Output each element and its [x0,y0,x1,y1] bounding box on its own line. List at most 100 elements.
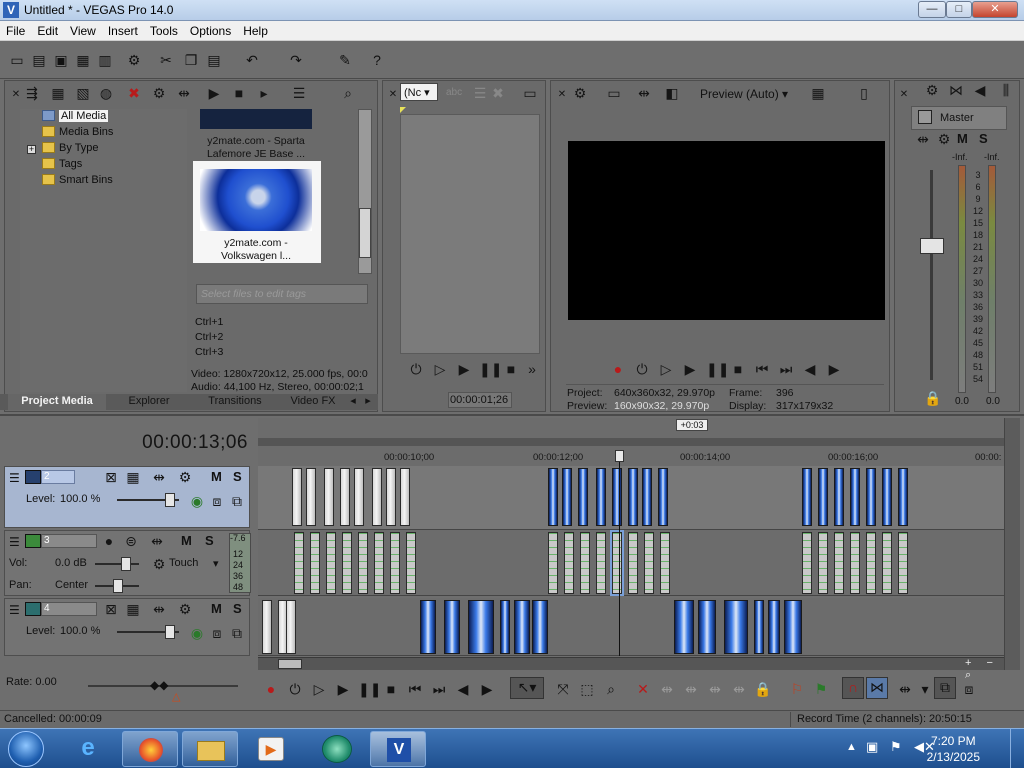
pause-icon[interactable]: ❚❚ [706,361,729,377]
network-icon[interactable]: ▣ [866,739,878,755]
video-clip[interactable] [784,600,802,654]
video-clip[interactable] [514,600,530,654]
zoom-controls[interactable]: + − ⌕ [965,657,1020,681]
video-clip[interactable] [802,468,812,526]
auto-preview-icon[interactable]: ▸ [256,85,272,101]
app-green-icon[interactable] [322,735,352,763]
timeline-ruler[interactable] [258,418,1004,466]
play-from-start-icon[interactable]: ▷ [658,361,674,377]
new-project-icon[interactable]: ▭ [8,51,26,69]
timeline-hscroll[interactable] [258,657,1004,670]
scrollbar-thumb[interactable] [278,659,302,669]
video-clip[interactable] [818,468,828,526]
playhead-handle[interactable] [615,450,624,462]
properties-gear-icon[interactable]: ⚙ [125,51,143,69]
master-fader-handle[interactable] [920,238,944,254]
pause-icon[interactable]: ❚❚ [358,680,381,698]
audio-clip[interactable] [374,532,384,594]
chevron-down-icon[interactable]: ▾ [916,680,934,698]
child-icon[interactable]: ⧉ [229,625,245,641]
cut-icon[interactable]: ✂ [157,51,175,69]
automation-gear-icon[interactable]: ⚙ [151,556,167,572]
compositing-icon[interactable]: ⊠ [103,469,119,485]
video-clip[interactable] [674,600,694,654]
loop-icon[interactable]: ⏻ [634,361,650,377]
trimmer-display[interactable] [400,114,540,354]
video-clip[interactable] [548,468,558,526]
get-media-icon[interactable]: ▧ [75,85,91,101]
tab-scroll-right-icon[interactable]: ▸ [361,394,375,410]
motion-icon[interactable]: ▦ [125,601,141,617]
audio-clip[interactable] [580,532,590,594]
level-fader-knob[interactable] [165,625,175,639]
video-clip[interactable] [306,468,316,526]
save-as-icon[interactable]: ▦ [74,51,92,69]
automation-mode[interactable]: Touch [169,557,198,569]
downmix-icon[interactable]: ⋈ [948,82,964,98]
explorer-task-icon[interactable] [182,731,238,767]
ignore-grouping-icon[interactable]: ⧈ [960,680,978,698]
audio-clip[interactable] [342,532,352,594]
selection-tool-icon[interactable]: ⬚ [578,680,596,698]
envelope-tool-icon[interactable]: ⤧ [554,680,572,698]
remove-media-icon[interactable]: ✖ [126,85,142,101]
next-icon[interactable]: » [524,361,540,377]
video-clip[interactable] [882,468,892,526]
tree-item-all-media[interactable]: All Media [42,110,109,126]
panel-close-icon[interactable]: ✕ [8,87,24,103]
menu-tools[interactable]: Tools [144,21,184,38]
track-lane-2[interactable] [258,466,1004,530]
track-4-mute-button[interactable]: M [211,601,222,616]
track-lane-3[interactable] [258,530,1004,596]
audio-clip[interactable] [850,532,860,594]
video-clip[interactable] [500,600,510,654]
timeline-vscroll[interactable] [1004,418,1020,670]
master-envelope-icon[interactable]: ⇹ [915,131,931,147]
parent-icon[interactable]: ⧈ [209,625,225,641]
play-from-start-icon[interactable]: ▷ [310,680,328,698]
tab-project-media[interactable]: Project Media [8,394,106,410]
audio-clip[interactable] [358,532,368,594]
previous-frame-icon[interactable]: ◀ [802,361,818,377]
go-to-start-icon[interactable]: ⏮ [406,680,424,698]
video-clip[interactable] [898,468,908,526]
go-to-start-icon[interactable]: ⏮ [754,361,770,377]
tree-item-smart-bins[interactable]: Smart Bins [42,174,113,190]
composite-mode-icon[interactable]: ◉ [189,625,205,641]
views-icon[interactable]: ☰ [291,85,307,101]
trim-end-icon[interactable]: ⇹ [682,680,700,698]
internet-explorer-icon[interactable]: e [68,734,108,764]
chevron-down-icon[interactable]: ▾ [213,557,219,570]
record-icon[interactable]: ● [610,361,626,377]
loop-icon[interactable]: ⏻ [408,361,424,377]
maximize-button[interactable]: □ [946,1,972,18]
tab-explorer[interactable]: Explorer [110,394,188,410]
next-frame-icon[interactable]: ▶ [826,361,842,377]
video-clip[interactable] [850,468,860,526]
video-clip[interactable] [400,468,410,526]
play-from-start-icon[interactable]: ▷ [432,361,448,377]
track-header-4[interactable]: ☰ 4 ⊠ ▦ ⇹ ⚙ M S Level: 100.0 % ◉ ⧈ ⧉ [4,598,250,656]
video-clip[interactable] [754,600,764,654]
help-whats-this-icon[interactable]: ? [368,51,386,69]
pause-icon[interactable]: ❚❚ [479,361,502,377]
audio-clip[interactable] [882,532,892,594]
normal-edit-tool-icon[interactable]: ↖▾ [510,677,544,699]
trim-start-icon[interactable]: ⇹ [658,680,676,698]
track-2-mute-button[interactable]: M [211,469,222,484]
arm-record-icon[interactable]: ● [101,533,117,549]
lock-envelopes-icon[interactable]: ⧉ [934,677,956,699]
video-clip[interactable] [444,600,460,654]
split-icon[interactable]: ⇹ [706,680,724,698]
close-button[interactable]: ✕ [972,1,1018,18]
show-desktop-button[interactable] [1010,729,1024,768]
web-icon[interactable]: ◍ [98,85,114,101]
redo-icon[interactable]: ↷ [287,51,305,69]
tree-item-by-type[interactable]: By Type [42,142,99,158]
action-center-flag-icon[interactable]: ⚑ [890,739,902,755]
snapping-icon[interactable]: ∩ [842,677,864,699]
panel-close-icon[interactable]: ✕ [554,87,570,103]
delete-icon[interactable]: ✕ [634,680,652,698]
audio-clip[interactable] [548,532,558,594]
thumbnail-volkswagen[interactable] [200,169,312,231]
